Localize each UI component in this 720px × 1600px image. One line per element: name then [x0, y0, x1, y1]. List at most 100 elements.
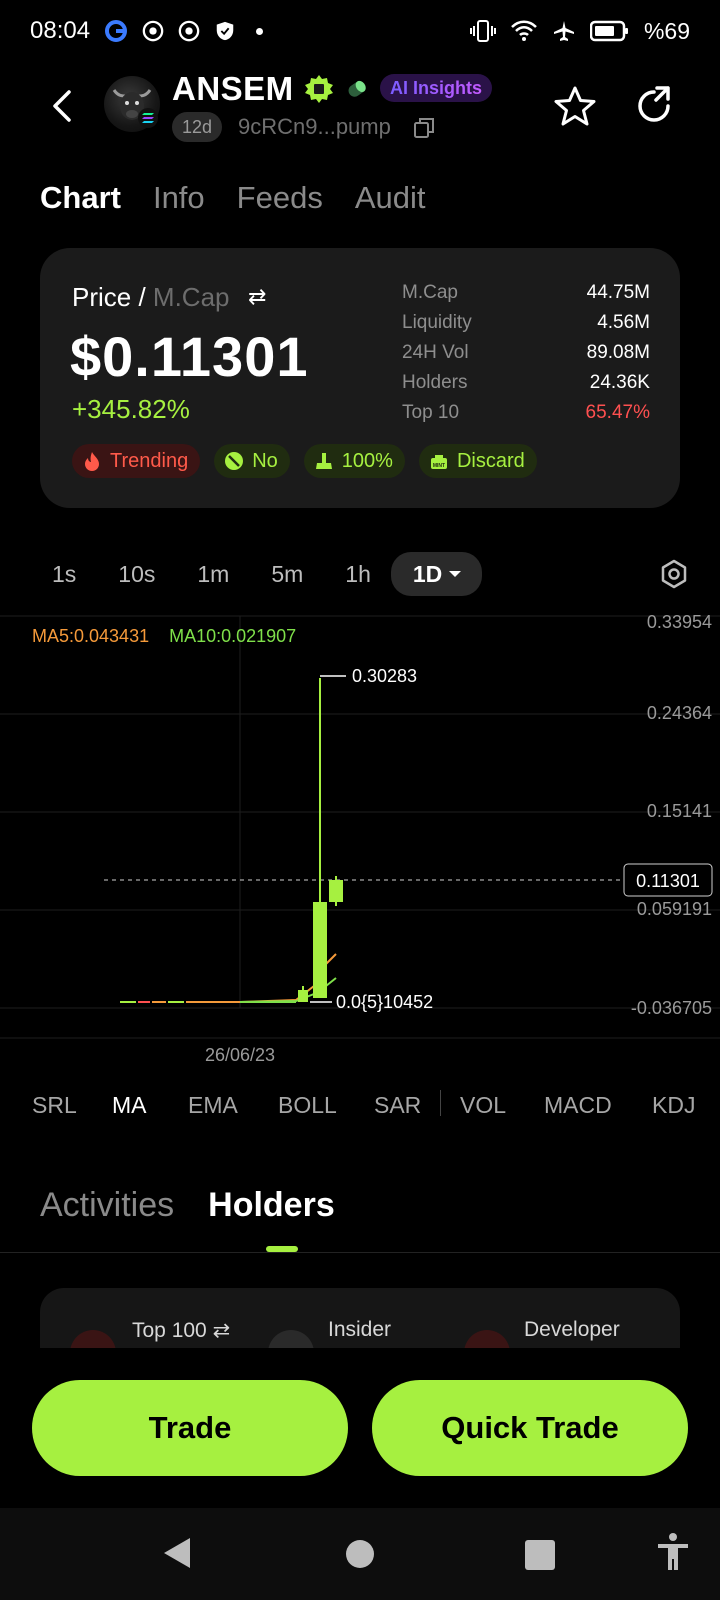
stat-top10: Top 10 65.47% — [402, 398, 650, 428]
tab-chart[interactable]: Chart — [40, 180, 121, 216]
fire-icon — [82, 451, 102, 471]
mcap-label: M.Cap — [152, 282, 230, 312]
y-tick-label: 0.059191 — [637, 899, 712, 919]
stat-label: Top 10 — [402, 402, 460, 423]
mint-icon: MINT — [429, 451, 449, 471]
trending-chip[interactable]: Trending — [72, 444, 201, 478]
timeframe-1h[interactable]: 1h — [323, 552, 391, 596]
holders-top100[interactable]: Top 100 ⇄ — [132, 1318, 230, 1343]
google-icon — [105, 20, 128, 42]
current-price-label: 0.11301 — [636, 871, 700, 891]
more-notifications-dot — [256, 27, 264, 35]
ai-insights-badge[interactable]: AI Insights — [380, 74, 493, 102]
holders-top100-label: Top 100 — [132, 1319, 207, 1342]
copy-icon[interactable] — [412, 116, 436, 140]
chrome-icon — [178, 20, 200, 42]
vibrate-icon — [469, 20, 496, 42]
indicator-macd[interactable]: MACD — [544, 1092, 612, 1119]
mint-chip[interactable]: MINT Discard — [418, 444, 537, 478]
timeframe-1s[interactable]: 1s — [30, 552, 96, 596]
indicator-sar[interactable]: SAR — [374, 1092, 421, 1119]
wifi-icon — [511, 20, 537, 41]
token-header: ANSEM AI Insights 12d 9cRCn9...pump — [0, 68, 720, 148]
nav-back-icon[interactable] — [162, 1536, 192, 1570]
timeframe-1d-label: 1D — [412, 560, 443, 587]
token-name: ANSEM — [172, 70, 294, 107]
tabs-divider — [0, 1252, 720, 1253]
ma5-legend: MA5:0.043431 — [32, 626, 150, 646]
stat-holders: Holders 24.36K — [402, 368, 650, 398]
stat-24h-vol: 24H Vol 89.08M — [402, 338, 650, 368]
tab-activities[interactable]: Activities — [40, 1186, 174, 1225]
indicator-srl[interactable]: SRL — [32, 1092, 77, 1119]
ma10-legend: MA10:0.021907 — [169, 626, 297, 646]
swap-icon[interactable]: ⇄ — [248, 284, 266, 310]
holders-developer[interactable]: Developer — [524, 1318, 620, 1342]
clock: 08:04 — [30, 17, 91, 44]
timeframe-1m[interactable]: 1m — [175, 552, 249, 596]
indicator-boll[interactable]: BOLL — [278, 1092, 337, 1119]
lower-tabs: Activities Holders — [40, 1186, 335, 1225]
chip-label: 100% — [341, 449, 393, 472]
indicator-divider — [440, 1090, 441, 1116]
indicator-kdj[interactable]: KDJ — [652, 1092, 695, 1119]
holders-insider[interactable]: Insider — [328, 1318, 391, 1342]
chip-label: Trending — [110, 449, 189, 472]
indicator-ma[interactable]: MA — [112, 1092, 147, 1119]
contract-address[interactable]: 9cRCn9...pump — [238, 114, 391, 140]
mint-authority-chip[interactable]: No — [214, 444, 290, 478]
tab-info[interactable]: Info — [153, 180, 205, 216]
trade-button[interactable]: Trade — [32, 1380, 348, 1476]
stat-value: 4.56M — [597, 312, 650, 333]
y-tick-label: 0.24364 — [647, 703, 712, 723]
stat-liquidity: Liquidity 4.56M — [402, 308, 650, 338]
ai-insights-label: AI Insights — [390, 77, 483, 98]
timeframe-10s[interactable]: 10s — [96, 552, 175, 596]
airplane-icon — [553, 21, 574, 41]
developer-icon — [464, 1330, 510, 1348]
burn-chip[interactable]: 100% — [303, 444, 405, 478]
favorite-star-icon[interactable] — [552, 84, 598, 130]
battery-icon — [589, 20, 628, 42]
timeframe-1d[interactable]: 1D — [390, 552, 483, 596]
quick-trade-button[interactable]: Quick Trade — [372, 1380, 688, 1476]
verified-badge-icon — [305, 75, 333, 103]
ma-legend: MA5:0.043431 MA10:0.021907 — [32, 626, 296, 647]
y-tick-label: 0.15141 — [647, 801, 712, 821]
chevron-left-icon — [53, 90, 71, 122]
solana-chain-icon — [138, 108, 158, 128]
system-nav-bar — [0, 1508, 720, 1600]
price-chart[interactable]: 0.33954 0.24364 0.15141 0.059191 -0.0367… — [0, 612, 720, 1074]
candle — [329, 876, 343, 906]
stat-value: 44.75M — [586, 282, 650, 303]
indicator-vol[interactable]: VOL — [460, 1092, 506, 1119]
x-date-label: 26/06/23 — [205, 1045, 275, 1065]
candle — [298, 986, 308, 1002]
stat-label: Holders — [402, 372, 468, 393]
indicator-ema[interactable]: EMA — [188, 1092, 238, 1119]
token-age-badge: 12d — [172, 112, 223, 142]
stat-label: Liquidity — [402, 312, 472, 333]
price-mcap-toggle[interactable]: Price / M.Cap — [72, 282, 230, 313]
tab-feeds[interactable]: Feeds — [237, 180, 323, 216]
tab-holders[interactable]: Holders — [208, 1186, 335, 1225]
nav-home-icon[interactable] — [346, 1540, 374, 1568]
stat-label: 24H Vol — [402, 342, 469, 363]
price-card: Price / M.Cap ⇄ $0.11301 +345.82% M.Cap 4… — [40, 248, 680, 508]
chart-settings-icon[interactable] — [658, 558, 690, 590]
high-label: 0.30283 — [352, 666, 417, 686]
top100-icon — [70, 1330, 116, 1348]
system-icons: %69 — [469, 18, 690, 45]
share-refresh-icon[interactable] — [632, 84, 676, 128]
pill-icon — [348, 80, 366, 97]
chrome-icon — [142, 20, 164, 42]
no-mint-icon — [224, 451, 244, 471]
nav-recents-icon[interactable] — [525, 1540, 555, 1570]
back-button[interactable] — [44, 86, 80, 126]
tab-audit[interactable]: Audit — [355, 180, 426, 216]
timeframe-5m[interactable]: 5m — [249, 552, 323, 596]
price-label: Price — [72, 282, 132, 312]
status-bar: 08:04 %69 — [0, 0, 720, 62]
accessibility-icon[interactable] — [656, 1532, 690, 1572]
candle — [313, 678, 327, 998]
